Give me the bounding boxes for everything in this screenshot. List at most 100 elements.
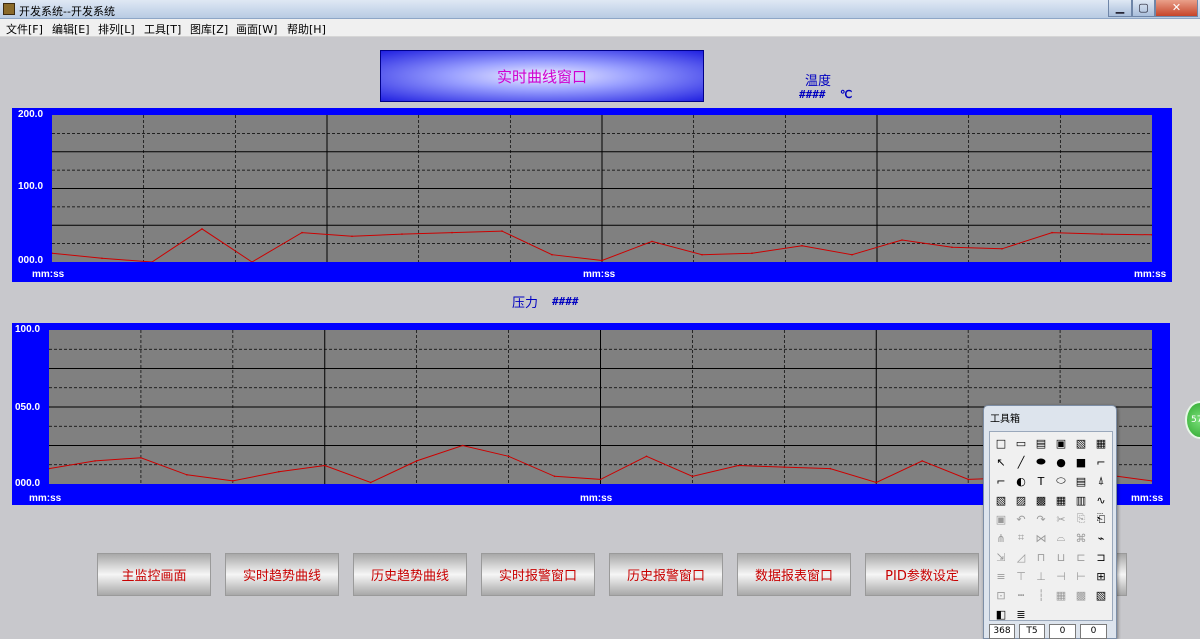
pid-settings-button[interactable]: PID参数设定 <box>865 553 979 596</box>
open-icon[interactable]: ▭ <box>1013 435 1029 451</box>
main-monitor-button[interactable]: 主监控画面 <box>97 553 211 596</box>
bitmap-icon[interactable]: ▩ <box>1033 492 1049 508</box>
temperature-unit: ℃ <box>840 88 853 101</box>
colors-icon[interactable]: ▩ <box>1073 587 1089 603</box>
vdots-icon[interactable]: ┆ <box>1033 587 1049 603</box>
group-icon[interactable]: ⌗ <box>1013 530 1029 546</box>
pressure-value: #### <box>552 295 579 308</box>
hcenter-icon[interactable]: ≡ <box>993 568 1009 584</box>
title-bar: 开发系统--开发系统 ▁ ▢ ✕ <box>0 0 1200 19</box>
layers-icon[interactable]: ▧ <box>1093 587 1109 603</box>
temperature-chart <box>52 115 1152 262</box>
data-point <box>783 466 786 468</box>
realtime-title-banner[interactable]: 实时曲线窗口 <box>380 50 704 102</box>
menu-file[interactable]: 文件[F] <box>6 21 43 37</box>
y-tick-label: 200.0 <box>18 109 44 120</box>
maximize-button[interactable]: ▢ <box>1132 0 1155 17</box>
minimize-button[interactable]: ▁ <box>1108 0 1132 17</box>
text-icon[interactable]: T <box>1033 473 1049 489</box>
temperature-value: #### <box>799 88 826 101</box>
history-trend-button[interactable]: 历史趋势曲线 <box>353 553 467 596</box>
realtime-trend-button[interactable]: 实时趋势曲线 <box>225 553 339 596</box>
undo-icon[interactable]: ↶ <box>1013 511 1029 527</box>
data-point <box>369 481 372 484</box>
data-point <box>101 257 103 260</box>
hright-icon[interactable]: ⊢ <box>1073 568 1089 584</box>
app-icon <box>3 3 15 15</box>
grid-icon[interactable]: ▦ <box>1053 492 1069 508</box>
lines-icon[interactable]: ≣ <box>1013 606 1029 622</box>
data-point <box>1051 231 1053 234</box>
align-icon[interactable]: ⋔ <box>993 530 1009 546</box>
connect-icon[interactable]: ⌐ <box>993 473 1009 489</box>
saveas-icon[interactable]: ▣ <box>1053 435 1069 451</box>
picture-icon[interactable]: ▧ <box>993 492 1009 508</box>
save-icon[interactable]: ▤ <box>1033 435 1049 451</box>
bring-icon[interactable]: ⇲ <box>993 549 1009 565</box>
map-icon[interactable]: ▨ <box>1013 492 1029 508</box>
toolbox-panel[interactable]: 工具箱 □ ▭ ▤ ▣ ▧ ▦ ↖ ╱ ⬬ ● ■ ⌐ ⌐ ◐ T ⬭ ▤ ⍋ ▧ ▨ ▩ ▦ ▥ ∿ ▣ ↶ ↷ ✂ ⎘ ⎗ ⋔ ⌗ ⋈ ⌓ ⌘ ⌁… <box>983 405 1117 639</box>
menu-gallery[interactable]: 图库[Z] <box>190 21 228 37</box>
flip-icon[interactable]: ⋈ <box>1033 530 1049 546</box>
data-point <box>94 460 96 462</box>
dots-icon[interactable]: ┅ <box>1013 587 1029 603</box>
line-icon[interactable]: ╱ <box>1013 454 1029 470</box>
temperature-label: 温度 <box>805 74 832 89</box>
send-icon[interactable]: ◿ <box>1013 549 1029 565</box>
menu-help[interactable]: 帮助[H] <box>287 21 326 37</box>
vbottom-icon[interactable]: ⊥ <box>1033 568 1049 584</box>
menu-screen[interactable]: 画面[W] <box>236 21 277 37</box>
pressure-label: 压力 <box>512 296 539 311</box>
x-tick-label: mm:ss <box>1134 269 1167 280</box>
y-tick-label: 050.0 <box>15 402 41 413</box>
left-icon[interactable]: ⊏ <box>1073 549 1089 565</box>
spacing-icon[interactable]: ⊡ <box>993 587 1009 603</box>
redo-icon[interactable]: ↷ <box>1033 511 1049 527</box>
data-point <box>1101 233 1103 235</box>
temperature-plot-area <box>52 115 1152 262</box>
layout-icon[interactable]: ⊞ <box>1093 568 1109 584</box>
data-point <box>415 460 418 462</box>
data-point <box>599 478 602 481</box>
symbol-icon[interactable]: ⍋ <box>1093 473 1109 489</box>
close-button[interactable]: ✕ <box>1155 0 1198 17</box>
history-alarm-button[interactable]: 历史报警窗口 <box>609 553 723 596</box>
pattern-icon[interactable]: ▥ <box>1073 492 1089 508</box>
menu-arrange[interactable]: 排列[L] <box>98 21 135 37</box>
data-point <box>829 467 832 470</box>
y-tick-label: 000.0 <box>18 255 44 266</box>
link-icon[interactable]: ⌁ <box>1093 530 1109 546</box>
curve-icon[interactable]: ∿ <box>1093 492 1109 508</box>
right-icon[interactable]: ⊐ <box>1093 549 1109 565</box>
realtime-alarm-button[interactable]: 实时报警窗口 <box>481 553 595 596</box>
bottom-icon[interactable]: ⊔ <box>1053 549 1069 565</box>
ellipse-line-icon[interactable]: ⬬ <box>1033 454 1049 470</box>
poly-icon[interactable]: ⌐ <box>1093 454 1109 470</box>
print-icon[interactable]: ▧ <box>1073 435 1089 451</box>
menu-edit[interactable]: 编辑[E] <box>52 21 90 37</box>
data-report-button[interactable]: 数据报表窗口 <box>737 553 851 596</box>
rotate-icon[interactable]: ⌘ <box>1073 530 1089 546</box>
data-point <box>140 457 142 459</box>
button-icon[interactable]: ▤ <box>1073 473 1089 489</box>
hleft-icon[interactable]: ⊣ <box>1053 568 1069 584</box>
paste-icon[interactable]: ⎘ <box>1073 511 1089 527</box>
data-point <box>967 478 969 481</box>
rect-icon[interactable]: ■ <box>1073 454 1089 470</box>
menu-bar: 文件[F] 编辑[E] 排列[L] 工具[T] 图库[Z] 画面[W] 帮助[H… <box>0 19 1200 37</box>
palette-icon[interactable]: ▦ <box>1053 587 1069 603</box>
new-icon[interactable]: □ <box>993 435 1009 451</box>
copy-icon[interactable]: ✂ <box>1053 511 1069 527</box>
menu-tools[interactable]: 工具[T] <box>144 21 181 37</box>
top-icon[interactable]: ⊓ <box>1033 549 1049 565</box>
misc-icon[interactable]: ⎗ <box>1093 511 1109 527</box>
cut-icon[interactable]: ▣ <box>993 511 1009 527</box>
props-icon[interactable]: ▦ <box>1093 435 1109 451</box>
shape-icon[interactable]: ⌓ <box>1053 530 1069 546</box>
fill-icon[interactable]: ◧ <box>993 606 1009 622</box>
vtop-icon[interactable]: ⊤ <box>1013 568 1029 584</box>
round-rect-icon[interactable]: ⬭ <box>1053 473 1069 489</box>
ellipse-icon[interactable]: ● <box>1053 454 1069 470</box>
select-icon[interactable]: ↖ <box>993 454 1009 470</box>
arc-icon[interactable]: ◐ <box>1013 473 1029 489</box>
